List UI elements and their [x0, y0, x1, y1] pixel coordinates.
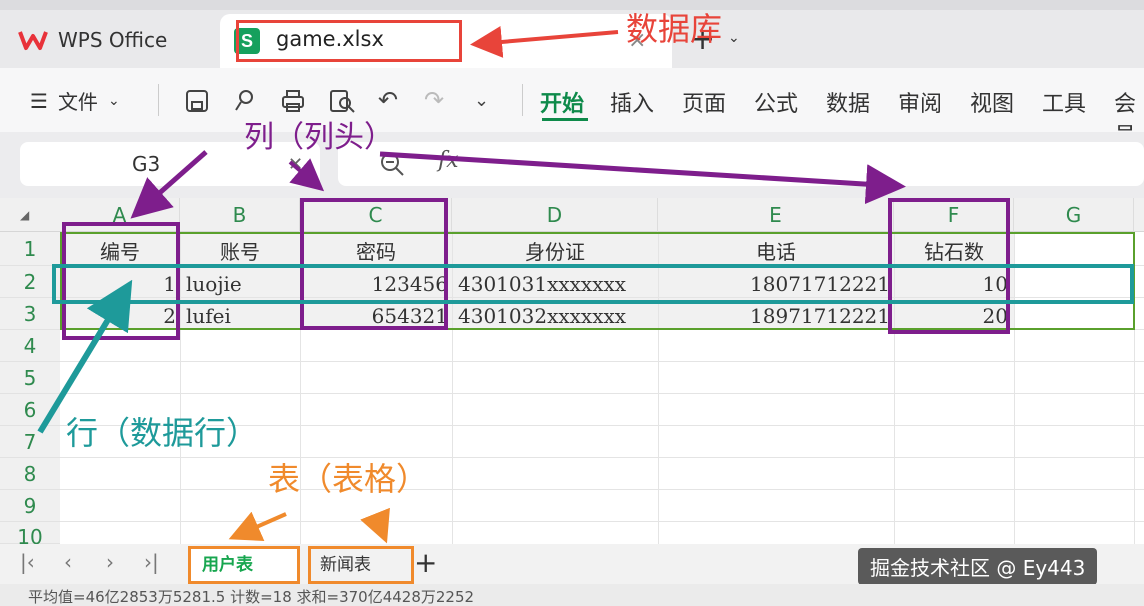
column-f-arrow: [379, 151, 906, 205]
column-a-arrow: [130, 150, 208, 219]
column-c-arrow: [288, 158, 325, 192]
annotation-arrows: [37, 26, 906, 544]
table-arrow-users: [228, 511, 287, 541]
database-arrow: [470, 26, 619, 58]
row-arrow: [37, 279, 133, 434]
spreadsheet-window: WPS Office S game.xlsx × + ⌄ ☰ 文件 ⌄ ↶ ↷ …: [0, 0, 1144, 606]
table-arrow-news: [360, 507, 390, 544]
